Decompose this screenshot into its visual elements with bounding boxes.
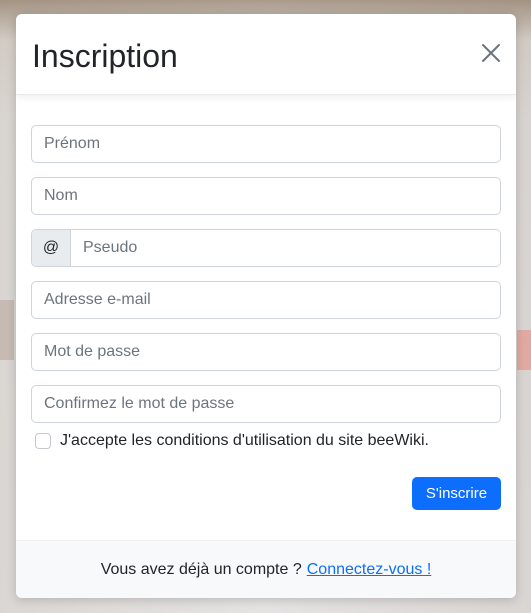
first-name-input[interactable] [31, 125, 501, 163]
at-sign-addon: @ [32, 230, 71, 266]
modal-footer: Vous avez déjà un compte ? Connectez-vou… [16, 540, 516, 598]
signup-modal: Inscription @ J'accepte les conditions d… [16, 14, 516, 598]
backdrop-shape [0, 300, 14, 360]
last-name-input[interactable] [31, 177, 501, 215]
email-input[interactable] [31, 281, 501, 319]
close-icon [482, 44, 500, 62]
modal-title: Inscription [32, 38, 178, 74]
password-input[interactable] [31, 333, 501, 371]
username-input-group: @ [31, 229, 501, 267]
terms-label[interactable]: J'accepte les conditions d'utilisation d… [60, 432, 429, 450]
modal-header: Inscription [16, 14, 516, 95]
close-button[interactable] [480, 42, 502, 64]
terms-row: J'accepte les conditions d'utilisation d… [35, 432, 429, 450]
footer-text: Vous avez déjà un compte ? [100, 560, 302, 578]
terms-checkbox[interactable] [35, 433, 51, 449]
username-input[interactable] [71, 230, 500, 266]
login-link[interactable]: Connectez-vous ! [307, 561, 432, 579]
backdrop-shape [517, 330, 531, 370]
confirm-password-input[interactable] [31, 385, 501, 423]
signup-button[interactable]: S'inscrire [412, 477, 501, 510]
